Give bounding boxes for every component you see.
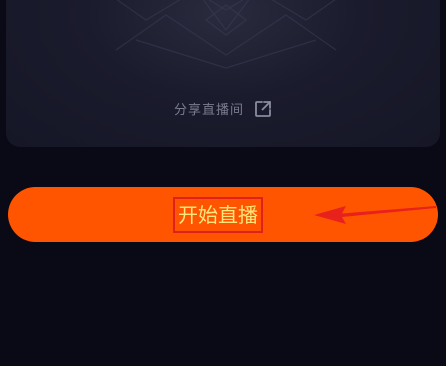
share-live-room-link[interactable]: 分享直播间 xyxy=(6,99,440,118)
external-share-icon xyxy=(254,100,272,118)
preview-background-art xyxy=(115,0,337,69)
start-live-label: 开始直播 xyxy=(178,202,258,227)
live-setup-screen: 分享直播间 开始直播 xyxy=(0,0,446,366)
start-live-label-highlight: 开始直播 xyxy=(173,196,263,233)
share-live-room-label: 分享直播间 xyxy=(173,103,244,118)
live-preview-card: 分享直播间 xyxy=(6,0,440,147)
pointer-arrow-annotation xyxy=(314,206,436,224)
